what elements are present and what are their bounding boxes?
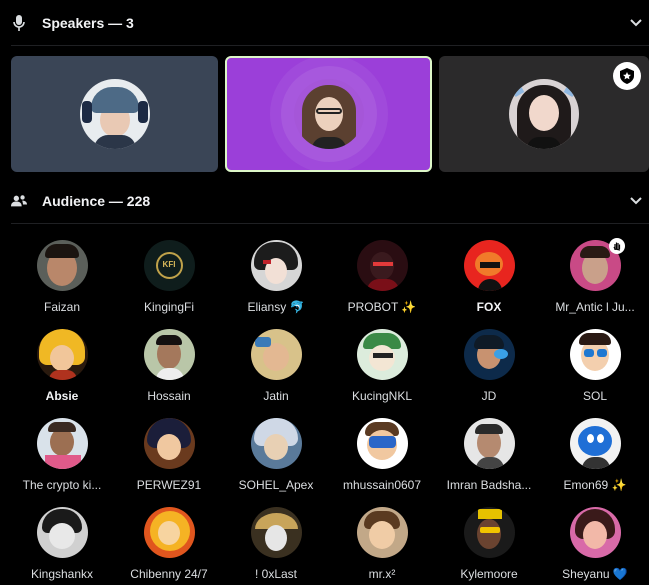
divider	[11, 223, 649, 224]
avatar	[569, 507, 621, 558]
member-name: FOX	[476, 300, 502, 314]
speaker-avatar	[293, 79, 364, 149]
avatar	[569, 418, 621, 469]
speaker-avatar	[509, 79, 579, 149]
member-name: KingingFi	[143, 300, 195, 314]
audience-member[interactable]: Kylemoore	[435, 507, 543, 582]
audience-member[interactable]: mr.x²	[328, 507, 436, 582]
audience-title: Audience — 228	[42, 193, 151, 209]
avatar	[36, 329, 88, 380]
member-name: Kingshankx	[30, 567, 94, 581]
speaker-tiles	[11, 56, 649, 172]
member-name: PROBOT ✨	[347, 300, 417, 314]
audience-header[interactable]: Audience — 228	[0, 181, 649, 221]
audience-member[interactable]: ! 0xLast	[222, 507, 330, 582]
audience-member[interactable]: Sheyanu 💙	[541, 507, 649, 582]
member-name: Absie	[45, 389, 79, 403]
avatar	[250, 418, 302, 469]
member-name: Eliansy 🐬	[247, 300, 305, 314]
member-name: Jatin	[263, 389, 289, 403]
member-name: Faizan	[43, 300, 81, 314]
audience-member[interactable]: Emon69 ✨	[541, 418, 649, 493]
member-name: The crypto ki...	[22, 478, 102, 492]
member-name: SOHEL_Apex	[238, 478, 314, 492]
speakers-title: Speakers — 3	[42, 15, 134, 31]
member-name: SOL	[582, 389, 607, 403]
avatar	[250, 240, 302, 291]
audience-member[interactable]: PROBOT ✨	[328, 240, 436, 315]
audience-member[interactable]: SOL	[541, 329, 649, 404]
avatar	[463, 418, 515, 469]
avatar	[356, 240, 408, 291]
avatar	[569, 329, 621, 380]
avatar	[250, 329, 302, 380]
divider	[11, 45, 649, 46]
audience-member[interactable]: KucingNKL	[328, 329, 436, 404]
speakers-header[interactable]: Speakers — 3	[0, 3, 649, 43]
audience-member[interactable]: Kingshankx	[8, 507, 116, 582]
microphone-icon	[11, 15, 27, 31]
audience-member[interactable]: Absie	[8, 329, 116, 404]
speaker-tile[interactable]	[11, 56, 218, 172]
audience-member[interactable]: Imran Badsha...	[435, 418, 543, 493]
chevron-down-icon[interactable]	[629, 194, 643, 208]
audience-member[interactable]: KFI KingingFi	[115, 240, 223, 315]
member-name: Mr_Antic l Ju...	[555, 300, 635, 314]
speaker-tile-active[interactable]	[225, 56, 432, 172]
member-name: Chibenny 24/7	[130, 567, 208, 581]
audience-member[interactable]: Jatin	[222, 329, 330, 404]
hand-icon	[609, 238, 625, 254]
member-name: KucingNKL	[351, 389, 413, 403]
member-name: Hossain	[147, 389, 191, 403]
member-name: Imran Badsha...	[446, 478, 532, 492]
speaker-tile[interactable]	[439, 56, 649, 172]
audience-member[interactable]: mhussain0607	[328, 418, 436, 493]
member-name: Kylemoore	[460, 567, 518, 581]
avatar	[463, 329, 515, 380]
audience-member[interactable]: Hossain	[115, 329, 223, 404]
audience-member[interactable]: PERWEZ91	[115, 418, 223, 493]
avatar: KFI	[143, 240, 195, 291]
audience-member[interactable]: Mr_Antic l Ju...	[541, 238, 649, 315]
people-icon	[11, 193, 27, 209]
audience-member[interactable]: FOX	[435, 240, 543, 315]
star-shield-icon	[613, 62, 641, 90]
chevron-down-icon[interactable]	[629, 16, 643, 30]
avatar	[143, 329, 195, 380]
avatar	[463, 240, 515, 291]
avatar	[143, 418, 195, 469]
avatar	[250, 507, 302, 558]
audience-member[interactable]: Faizan	[8, 240, 116, 315]
audience-member[interactable]: Eliansy 🐬	[222, 240, 330, 315]
avatar	[36, 240, 88, 291]
avatar	[143, 507, 195, 558]
member-name: mhussain0607	[342, 478, 422, 492]
speaker-avatar	[79, 79, 150, 149]
audience-member[interactable]: The crypto ki...	[8, 418, 116, 493]
avatar	[36, 418, 88, 469]
member-name: ! 0xLast	[254, 567, 298, 581]
audience-member[interactable]: Chibenny 24/7	[115, 507, 223, 582]
audience-member[interactable]: SOHEL_Apex	[222, 418, 330, 493]
audience-member[interactable]: JD	[435, 329, 543, 404]
avatar	[356, 329, 408, 380]
member-name: Sheyanu 💙	[562, 567, 628, 581]
member-name: JD	[481, 389, 497, 403]
avatar	[36, 507, 88, 558]
member-name: PERWEZ91	[136, 478, 202, 492]
avatar	[356, 418, 408, 469]
member-name: mr.x²	[368, 567, 396, 581]
avatar	[356, 507, 408, 558]
avatar	[463, 507, 515, 558]
member-name: Emon69 ✨	[563, 478, 627, 492]
